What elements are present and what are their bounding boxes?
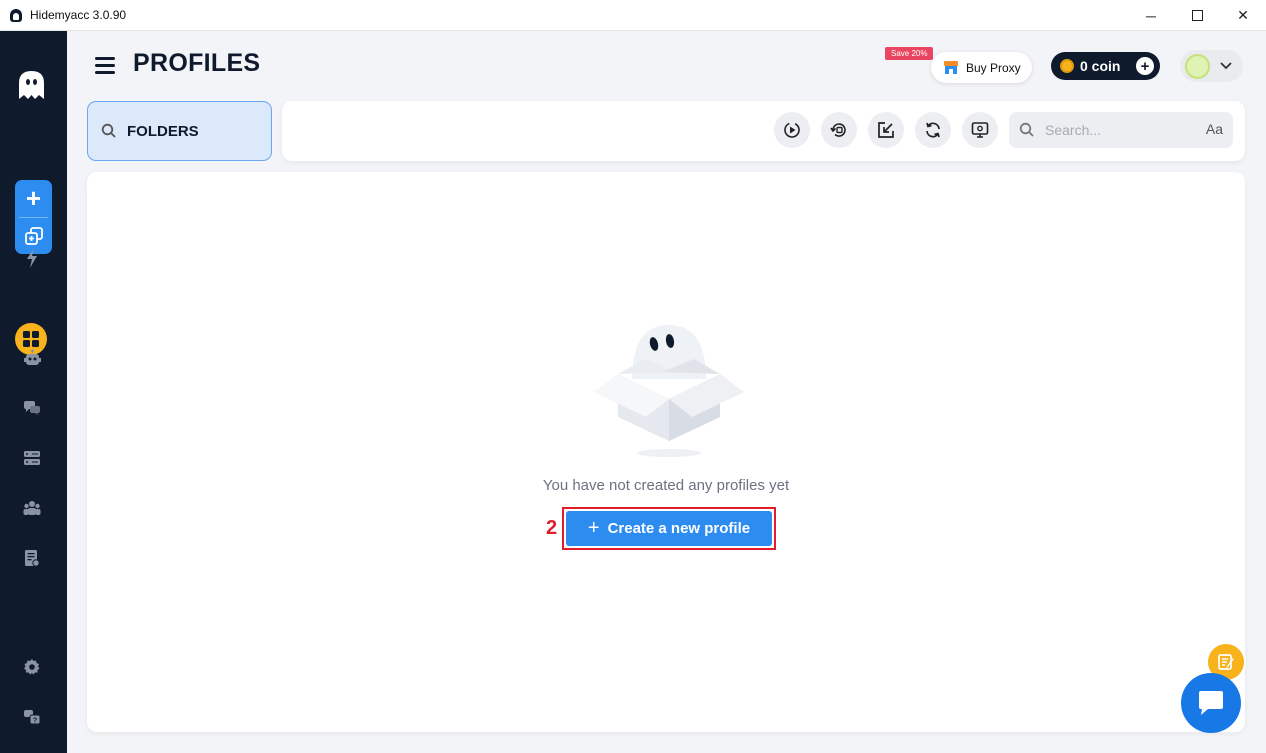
buy-proxy-button[interactable]: Buy Proxy: [931, 52, 1032, 83]
chevron-down-icon: [1220, 62, 1232, 70]
folders-button[interactable]: FOLDERS: [87, 101, 272, 161]
copy-profile-icon: [24, 226, 43, 245]
sidebar: + ?: [0, 31, 67, 753]
lightning-icon: [27, 248, 37, 268]
maximize-icon: [1191, 10, 1203, 21]
server-icon: [24, 451, 40, 465]
new-profile-group: +: [15, 180, 52, 254]
account-menu[interactable]: [1180, 50, 1243, 82]
profiles-content: You have not created any profiles yet 2 …: [87, 172, 1245, 732]
search-icon: [101, 123, 116, 138]
window-title: Hidemyacc 3.0.90: [30, 8, 127, 22]
auto-start-icon: [784, 122, 800, 138]
step-number: 2: [546, 517, 558, 539]
save-badge: Save 20%: [885, 47, 934, 60]
refresh-button[interactable]: [915, 112, 951, 148]
restore-button[interactable]: [821, 112, 857, 148]
menu-toggle-button[interactable]: [95, 57, 115, 75]
empty-box-ghost-illustration: [594, 325, 744, 457]
window-controls: ─ ✕: [1128, 0, 1266, 31]
sidebar-item-team[interactable]: [18, 494, 46, 522]
restore-icon: [830, 123, 846, 137]
folders-label: FOLDERS: [127, 122, 199, 140]
plus-icon: +: [587, 517, 600, 539]
add-coin-button[interactable]: +: [1136, 57, 1154, 75]
sidebar-item-automation[interactable]: [18, 244, 46, 272]
minimize-button[interactable]: ─: [1128, 0, 1174, 31]
buy-proxy-label: Buy Proxy: [966, 60, 1021, 75]
live-chat-button[interactable]: [1181, 673, 1241, 733]
search-icon: [1019, 122, 1034, 137]
maximize-button[interactable]: [1174, 0, 1220, 31]
close-button[interactable]: ✕: [1220, 0, 1266, 31]
profiles-toolbar: Aa: [282, 101, 1245, 161]
menu-line: [95, 57, 115, 60]
main-area: PROFILES Save 20% Buy Proxy 0 coin + FOL…: [67, 31, 1266, 753]
app-logo-icon: [10, 8, 22, 22]
ghost-logo-icon[interactable]: [17, 69, 46, 101]
window-titlebar: Hidemyacc 3.0.90 ─ ✕: [0, 0, 1266, 31]
menu-line: [95, 71, 115, 74]
sidebar-item-proxy[interactable]: [18, 444, 46, 472]
export-icon: [878, 122, 894, 138]
coin-icon: [1060, 59, 1074, 73]
sidebar-item-billing[interactable]: [18, 544, 46, 572]
sidebar-item-chat[interactable]: [18, 394, 46, 422]
document-icon: [25, 550, 40, 567]
match-case-toggle[interactable]: Aa: [1206, 121, 1223, 137]
add-profile-button[interactable]: +: [15, 180, 52, 217]
coin-label: 0 coin: [1080, 58, 1121, 74]
help-icon: ?: [24, 710, 41, 725]
note-edit-icon: [1218, 654, 1234, 670]
team-icon: [23, 501, 41, 515]
avatar: [1185, 53, 1210, 79]
settings-screen-icon: [971, 122, 989, 138]
coin-balance[interactable]: 0 coin +: [1051, 52, 1160, 80]
shop-icon: [944, 61, 958, 74]
sidebar-item-help[interactable]: ?: [18, 703, 46, 731]
auto-start-button[interactable]: [774, 112, 810, 148]
sidebar-item-robot[interactable]: [18, 344, 46, 372]
export-button[interactable]: [868, 112, 904, 148]
gear-icon: [24, 659, 40, 675]
create-profile-button[interactable]: + Create a new profile: [566, 511, 772, 546]
svg-text:?: ?: [33, 718, 37, 725]
empty-state-message: You have not created any profiles yet: [542, 477, 790, 494]
sidebar-item-settings[interactable]: [18, 653, 46, 681]
page-title: PROFILES: [133, 49, 261, 77]
menu-line: [95, 64, 115, 67]
screen-settings-button[interactable]: [962, 112, 998, 148]
robot-icon: [24, 349, 41, 365]
create-profile-label: Create a new profile: [607, 520, 751, 537]
chat-bubbles-icon: [24, 401, 40, 415]
chat-icon: [1199, 691, 1223, 715]
profile-search: Aa: [1009, 112, 1233, 148]
refresh-icon: [926, 122, 940, 138]
search-input[interactable]: [1045, 122, 1185, 138]
